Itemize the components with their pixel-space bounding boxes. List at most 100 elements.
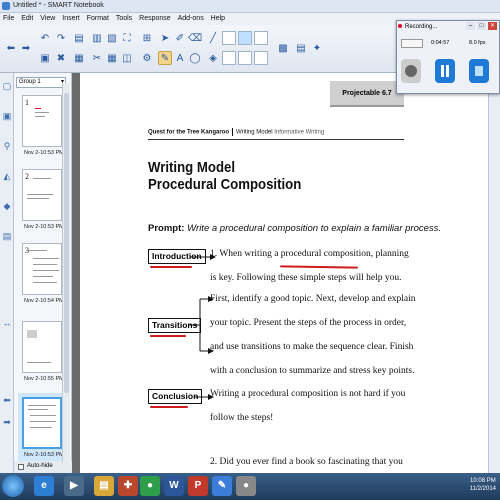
- page-thumbnail-1[interactable]: 1: [22, 95, 62, 147]
- word-icon[interactable]: W: [164, 476, 184, 496]
- move-down-icon[interactable]: ➡: [2, 417, 12, 427]
- ie-icon[interactable]: e: [34, 476, 54, 496]
- settings-icon[interactable]: ⚙: [140, 51, 154, 65]
- gallery-tab-icon[interactable]: ▣: [2, 111, 12, 121]
- recorder-taskbar-icon[interactable]: ●: [236, 476, 256, 496]
- menu-format[interactable]: Format: [87, 13, 109, 25]
- notebook-page[interactable]: Projectable 6.7 Quest for the Tree Kanga…: [80, 73, 500, 473]
- recorder-window[interactable]: Recording... – □ ✕ 0:04:57 8.0 fps: [396, 20, 500, 94]
- minimize-icon[interactable]: –: [466, 22, 475, 30]
- eraser-icon[interactable]: ⌫: [188, 31, 202, 45]
- recorder-menu-dropdown[interactable]: [401, 39, 423, 48]
- menu-response[interactable]: Response: [139, 13, 171, 25]
- select-tool-icon[interactable]: ➤: [158, 31, 172, 45]
- add-page-icon[interactable]: ▣: [38, 51, 52, 65]
- pen-style-6-icon[interactable]: [254, 51, 268, 65]
- ink-underline[interactable]: [279, 265, 359, 269]
- screen-shade-icon[interactable]: ▧: [105, 31, 119, 45]
- pen-style-1-icon[interactable]: [222, 31, 236, 45]
- lesson-tab-icon[interactable]: ▤: [2, 231, 12, 241]
- cut-icon[interactable]: ✂: [90, 51, 104, 65]
- pen-style-5-icon[interactable]: [238, 51, 252, 65]
- page-thumbnail-3[interactable]: 3: [22, 243, 62, 295]
- menu-edit[interactable]: Edit: [21, 13, 33, 25]
- thumb-caption: Nov 2-10:55 PM: [24, 376, 64, 382]
- recording-indicator-icon: [398, 24, 402, 28]
- powerpoint-icon[interactable]: P: [188, 476, 208, 496]
- thumb-caption: Nov 2-10:53 PM: [24, 224, 64, 230]
- stop-button[interactable]: [469, 59, 489, 83]
- side-tab-strip: ▢ ▣ ⚲ ◭ ◆ ▤ ↔ ⬅ ➡: [0, 73, 14, 473]
- document-camera-icon[interactable]: ◫: [120, 51, 134, 65]
- sorter-scrollbar[interactable]: [62, 83, 70, 463]
- menu-tools[interactable]: Tools: [116, 13, 132, 25]
- media-icon[interactable]: ▶: [64, 476, 84, 496]
- delete-icon[interactable]: ✖: [54, 51, 68, 65]
- pen-tool-icon[interactable]: ✎: [158, 51, 172, 65]
- thumb-caption: Nov 2-10:53 PM: [24, 452, 64, 458]
- menu-insert[interactable]: Insert: [62, 13, 80, 25]
- section-type: Informative Writing: [274, 129, 325, 136]
- magic-pen-icon[interactable]: ✦: [310, 41, 324, 55]
- clock-date: 11/2/2014: [469, 486, 496, 492]
- undo-icon[interactable]: ↶: [38, 31, 52, 45]
- previous-page-icon[interactable]: ⬅: [4, 41, 18, 55]
- page-sorter-tab-icon[interactable]: ▢: [2, 81, 12, 91]
- line-tool-icon[interactable]: ╱: [206, 31, 220, 45]
- color-palette-icon[interactable]: ▩: [276, 41, 290, 55]
- paste-icon[interactable]: ▥: [90, 31, 104, 45]
- move-up-icon[interactable]: ⬅: [2, 395, 12, 405]
- fullscreen-icon[interactable]: ⛶: [120, 31, 134, 45]
- open-file-icon[interactable]: ▤: [72, 31, 86, 45]
- section-name: Writing Model: [236, 129, 273, 136]
- group-dropdown[interactable]: Group 1 ▾: [16, 77, 66, 88]
- shapes-icon[interactable]: ◯: [188, 51, 202, 65]
- addons-tab-icon[interactable]: ◆: [2, 201, 12, 211]
- next-page-icon[interactable]: ➡: [19, 41, 33, 55]
- page-title: Writing Model Procedural Composition: [148, 159, 301, 193]
- prompt-text: Write a procedural composition to explai…: [187, 223, 442, 234]
- autohide-checkbox[interactable]: [18, 464, 24, 470]
- attachments-tab-icon[interactable]: ⚲: [2, 141, 12, 151]
- page-thumbnail-2[interactable]: 2: [22, 169, 62, 221]
- menu-help[interactable]: Help: [211, 13, 225, 25]
- pen-style-3-icon[interactable]: [254, 31, 268, 45]
- page-thumbnail-5[interactable]: [22, 397, 62, 449]
- page-thumbnail-4[interactable]: [22, 321, 62, 373]
- record-button[interactable]: [401, 59, 421, 83]
- menu-view[interactable]: View: [40, 13, 55, 25]
- pen-style-4-icon[interactable]: [222, 51, 236, 65]
- table-icon[interactable]: ▦: [105, 51, 119, 65]
- creative-pen-icon[interactable]: ✐: [173, 31, 187, 45]
- start-button[interactable]: [2, 475, 24, 497]
- pause-button[interactable]: [435, 59, 455, 83]
- ink-underline[interactable]: [150, 266, 192, 268]
- close-icon[interactable]: ✕: [488, 22, 497, 30]
- autohide-label: Auto-hide: [27, 463, 53, 469]
- header-rule: [148, 139, 404, 140]
- ink-underline[interactable]: [150, 335, 186, 337]
- paragraph-line: and use transitions to make the sequence…: [210, 342, 414, 352]
- fill-icon[interactable]: ◈: [206, 51, 220, 65]
- file-explorer-icon[interactable]: ▤: [94, 476, 114, 496]
- clock[interactable]: 10:08 PM 11/2/2014: [470, 477, 496, 493]
- redo-icon[interactable]: ↷: [54, 31, 68, 45]
- text-tool-icon[interactable]: A: [173, 51, 187, 65]
- pause-icon: [446, 65, 449, 77]
- scrollbar-thumb[interactable]: [64, 93, 69, 393]
- resize-handle-icon[interactable]: ↔: [2, 318, 12, 328]
- pen-style-2-icon[interactable]: [238, 31, 252, 45]
- insert-icon[interactable]: ⊞: [140, 31, 154, 45]
- menu-addons[interactable]: Add-ons: [178, 13, 204, 25]
- chrome-icon[interactable]: ●: [140, 476, 160, 496]
- smart-notebook-taskbar-icon[interactable]: ✎: [212, 476, 232, 496]
- properties-tab-icon[interactable]: ◭: [2, 171, 12, 181]
- properties-icon[interactable]: ▤: [294, 41, 308, 55]
- maximize-icon[interactable]: □: [477, 22, 486, 30]
- ink-underline[interactable]: [150, 406, 188, 408]
- group-dropdown-value: Group 1: [19, 79, 41, 85]
- app-icon[interactable]: ✚: [118, 476, 138, 496]
- paragraph-line: is key. Following these simple steps wil…: [210, 273, 402, 283]
- menu-file[interactable]: File: [3, 13, 14, 25]
- save-icon[interactable]: ▦: [72, 51, 86, 65]
